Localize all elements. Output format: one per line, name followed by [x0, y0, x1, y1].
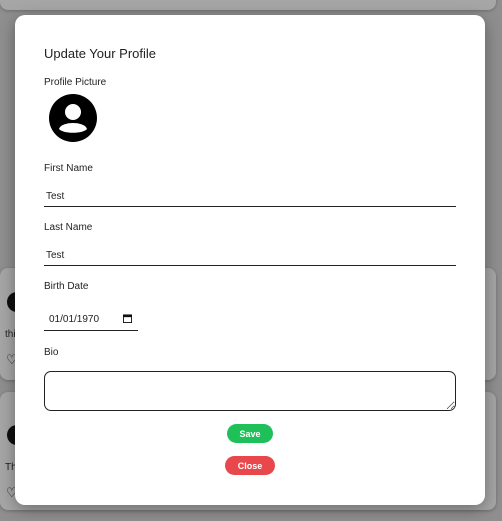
modal-title: Update Your Profile — [44, 46, 157, 61]
first-name-label: First Name — [44, 163, 93, 174]
first-name-input[interactable] — [44, 187, 456, 207]
bio-label: Bio — [44, 347, 59, 358]
close-button[interactable]: Close — [225, 456, 275, 475]
save-button[interactable]: Save — [227, 424, 273, 443]
profile-picture-label: Profile Picture — [44, 77, 107, 88]
birth-date-value: 01/01/1970 — [49, 314, 100, 325]
background-post-card — [0, 0, 496, 10]
post-text: thi — [5, 329, 16, 340]
profile-avatar-icon[interactable] — [49, 94, 97, 142]
update-profile-modal: Update Your Profile Profile Picture Firs… — [15, 15, 485, 505]
last-name-input[interactable] — [44, 246, 456, 266]
calendar-icon[interactable] — [123, 314, 132, 323]
birth-date-label: Birth Date — [44, 281, 89, 292]
birth-date-input[interactable]: 01/01/1970 — [44, 311, 138, 331]
last-name-label: Last Name — [44, 222, 93, 233]
bio-textarea[interactable] — [44, 371, 456, 411]
